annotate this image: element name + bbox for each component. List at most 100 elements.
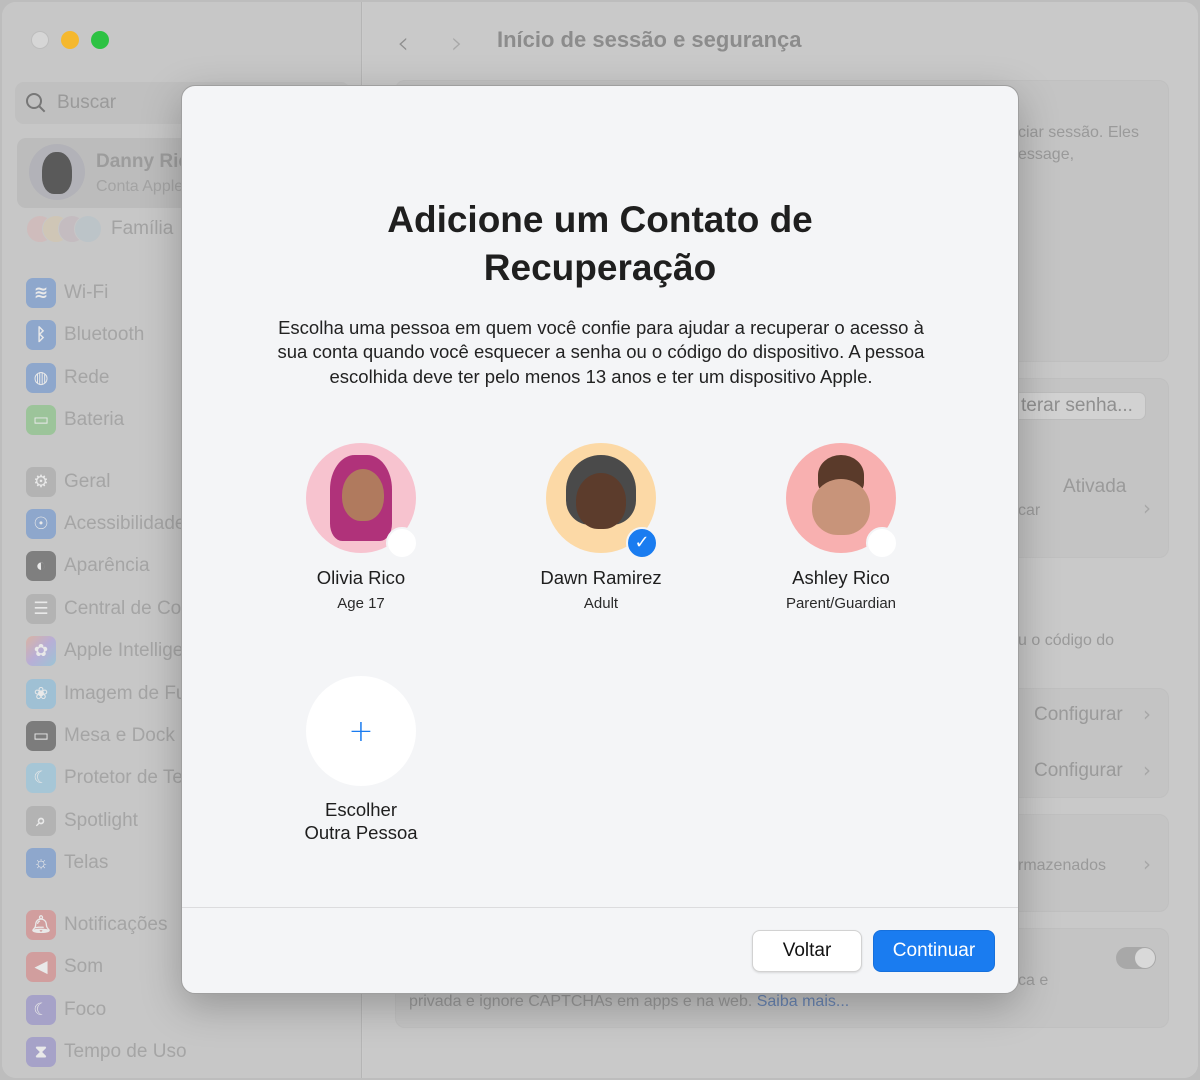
choose-other-line1: Escolher xyxy=(325,799,397,820)
back-button[interactable]: Voltar xyxy=(752,930,862,972)
recovery-contact-dialog: Adicione um Contato de Recuperação Escol… xyxy=(181,85,1019,994)
battery-icon: ▭ xyxy=(26,405,56,435)
sidebar-item-label: Aparência xyxy=(64,555,150,576)
close-window-button[interactable] xyxy=(31,31,49,49)
chevron-right-icon: › xyxy=(1143,702,1151,726)
captcha-toggle[interactable] xyxy=(1116,947,1156,969)
minimize-window-button[interactable] xyxy=(61,31,79,49)
contact-relation: Parent/Guardian xyxy=(785,595,897,612)
sound-icon: ◀︎ xyxy=(26,952,56,982)
contact-olivia-rico[interactable]: Olivia Rico Age 17 xyxy=(261,443,461,612)
bg-text: rmazenados xyxy=(1018,857,1107,874)
apple-intelligence-icon: ✿ xyxy=(26,636,56,666)
wallpaper-icon: ❀ xyxy=(26,679,56,709)
account-subtitle: Conta Apple xyxy=(96,178,184,195)
sidebar-item-label: Família xyxy=(111,218,174,239)
learn-more-link[interactable]: Saiba mais... xyxy=(757,993,849,1010)
plus-icon[interactable]: + xyxy=(306,676,416,786)
display-icon: ☼ xyxy=(26,848,56,878)
sidebar-item-appearance[interactable]: ◐ Aparência xyxy=(26,550,150,582)
sidebar-item-wifi[interactable]: ≋ Wi-Fi xyxy=(26,277,108,309)
globe-icon: ◍ xyxy=(26,363,56,393)
dialog-description: Escolha uma pessoa em quem você confie p… xyxy=(277,317,925,387)
appearance-icon: ◐ xyxy=(26,551,56,581)
configure-button-2[interactable]: Configurar xyxy=(1034,760,1123,782)
sidebar-item-battery[interactable]: ▭ Bateria xyxy=(26,404,124,436)
contact-relation: Age 17 xyxy=(337,595,385,612)
family-avatars xyxy=(26,215,102,243)
checkmark-icon[interactable]: ✓ xyxy=(626,527,658,559)
contact-name: Dawn Ramirez xyxy=(540,567,662,588)
change-password-button[interactable]: terar senha... xyxy=(1008,392,1146,420)
contact-dawn-ramirez[interactable]: ✓ Dawn Ramirez Adult xyxy=(501,443,701,612)
bg-text: ca e xyxy=(1018,972,1049,989)
sidebar-item-label: Notificações xyxy=(64,914,168,935)
sidebar-item-dock[interactable]: ▭ Mesa e Dock xyxy=(26,720,175,752)
back-nav-button[interactable]: ‹ xyxy=(397,26,409,61)
wifi-icon: ≋ xyxy=(26,278,56,308)
sidebar-item-label: Acessibilidade xyxy=(64,513,186,534)
choose-other-person[interactable]: + Escolher Outra Pessoa xyxy=(261,676,461,844)
sidebar-item-general[interactable]: ⚙ Geral xyxy=(26,466,110,498)
chevron-right-icon: › xyxy=(1143,758,1151,782)
sidebar-item-displays[interactable]: ☼ Telas xyxy=(26,847,108,879)
continue-button[interactable]: Continuar xyxy=(873,930,995,972)
control-center-icon: ☰ xyxy=(26,594,56,624)
bg-text: car xyxy=(1018,502,1041,519)
sidebar-item-label: Spotlight xyxy=(64,810,138,831)
gear-icon: ⚙ xyxy=(26,467,56,497)
sidebar-item-focus[interactable]: ☾ Foco xyxy=(26,994,106,1026)
hourglass-icon: ⧗ xyxy=(26,1037,56,1067)
sidebar-item-accessibility[interactable]: ☉ Acessibilidade xyxy=(26,508,185,540)
dock-icon: ▭ xyxy=(26,721,56,751)
chevron-right-icon: › xyxy=(1143,496,1151,520)
page-title: Início de sessão e segurança xyxy=(497,27,802,52)
sidebar-item-network[interactable]: ◍ Rede xyxy=(26,362,109,394)
bluetooth-icon: ᛒ xyxy=(26,320,56,350)
account-avatar xyxy=(29,144,85,200)
sidebar-item-label: Protetor de Tela xyxy=(64,767,198,788)
sidebar-item-family[interactable]: Família xyxy=(26,214,173,244)
window-controls xyxy=(31,31,109,49)
sidebar-item-label: Som xyxy=(64,956,104,977)
contact-avatar: ✓ xyxy=(546,443,658,559)
notifications-icon: 🔔︎ xyxy=(26,910,56,940)
bg-text: u o código do xyxy=(1018,632,1115,649)
bg-text: ciar sessão. Eles xyxy=(1018,124,1139,141)
selection-indicator[interactable] xyxy=(386,527,418,559)
contact-name: Ashley Rico xyxy=(792,567,890,588)
contact-avatar xyxy=(786,443,898,559)
sidebar-item-label: Telas xyxy=(64,852,109,873)
search-icon xyxy=(25,92,47,114)
sidebar-item-label: Wi-Fi xyxy=(64,282,109,303)
contact-ashley-rico[interactable]: Ashley Rico Parent/Guardian xyxy=(741,443,941,612)
configure-button-1[interactable]: Configurar xyxy=(1034,704,1123,726)
sidebar-item-notifications[interactable]: 🔔︎ Notificações xyxy=(26,909,168,941)
captcha-text: privada e ignore CAPTCHAs em apps e na w… xyxy=(409,993,753,1010)
search-icon: ⌕ xyxy=(26,806,56,836)
dialog-title: Adicione um Contato de Recuperação xyxy=(387,199,813,288)
contact-avatar xyxy=(306,443,418,559)
sidebar-item-label: Bluetooth xyxy=(64,324,145,345)
bg-status-text: Ativada xyxy=(1063,476,1127,497)
contact-relation: Adult xyxy=(583,595,619,612)
sidebar-item-sound[interactable]: ◀︎ Som xyxy=(26,951,103,983)
maximize-window-button[interactable] xyxy=(91,31,109,49)
sidebar-item-label: Rede xyxy=(64,367,110,388)
choose-other-line2: Outra Pessoa xyxy=(304,822,418,843)
sidebar-item-screen-time[interactable]: ⧗ Tempo de Uso xyxy=(26,1036,187,1068)
contact-name: Olivia Rico xyxy=(316,567,406,588)
sidebar-item-screensaver[interactable]: ☾ Protetor de Tela xyxy=(26,762,198,794)
dialog-divider xyxy=(182,907,1018,908)
sidebar-item-spotlight[interactable]: ⌕ Spotlight xyxy=(26,805,138,837)
screensaver-icon: ☾ xyxy=(26,763,56,793)
sidebar-item-label: Tempo de Uso xyxy=(64,1041,187,1062)
focus-moon-icon: ☾ xyxy=(26,995,56,1025)
sidebar-item-label: Foco xyxy=(64,999,107,1020)
sidebar-item-bluetooth[interactable]: ᛒ Bluetooth xyxy=(26,319,144,351)
sidebar-item-label: Geral xyxy=(64,471,111,492)
sidebar-item-label: Bateria xyxy=(64,409,125,430)
accessibility-icon: ☉ xyxy=(26,509,56,539)
forward-nav-button[interactable]: › xyxy=(451,26,463,61)
selection-indicator[interactable] xyxy=(866,527,898,559)
